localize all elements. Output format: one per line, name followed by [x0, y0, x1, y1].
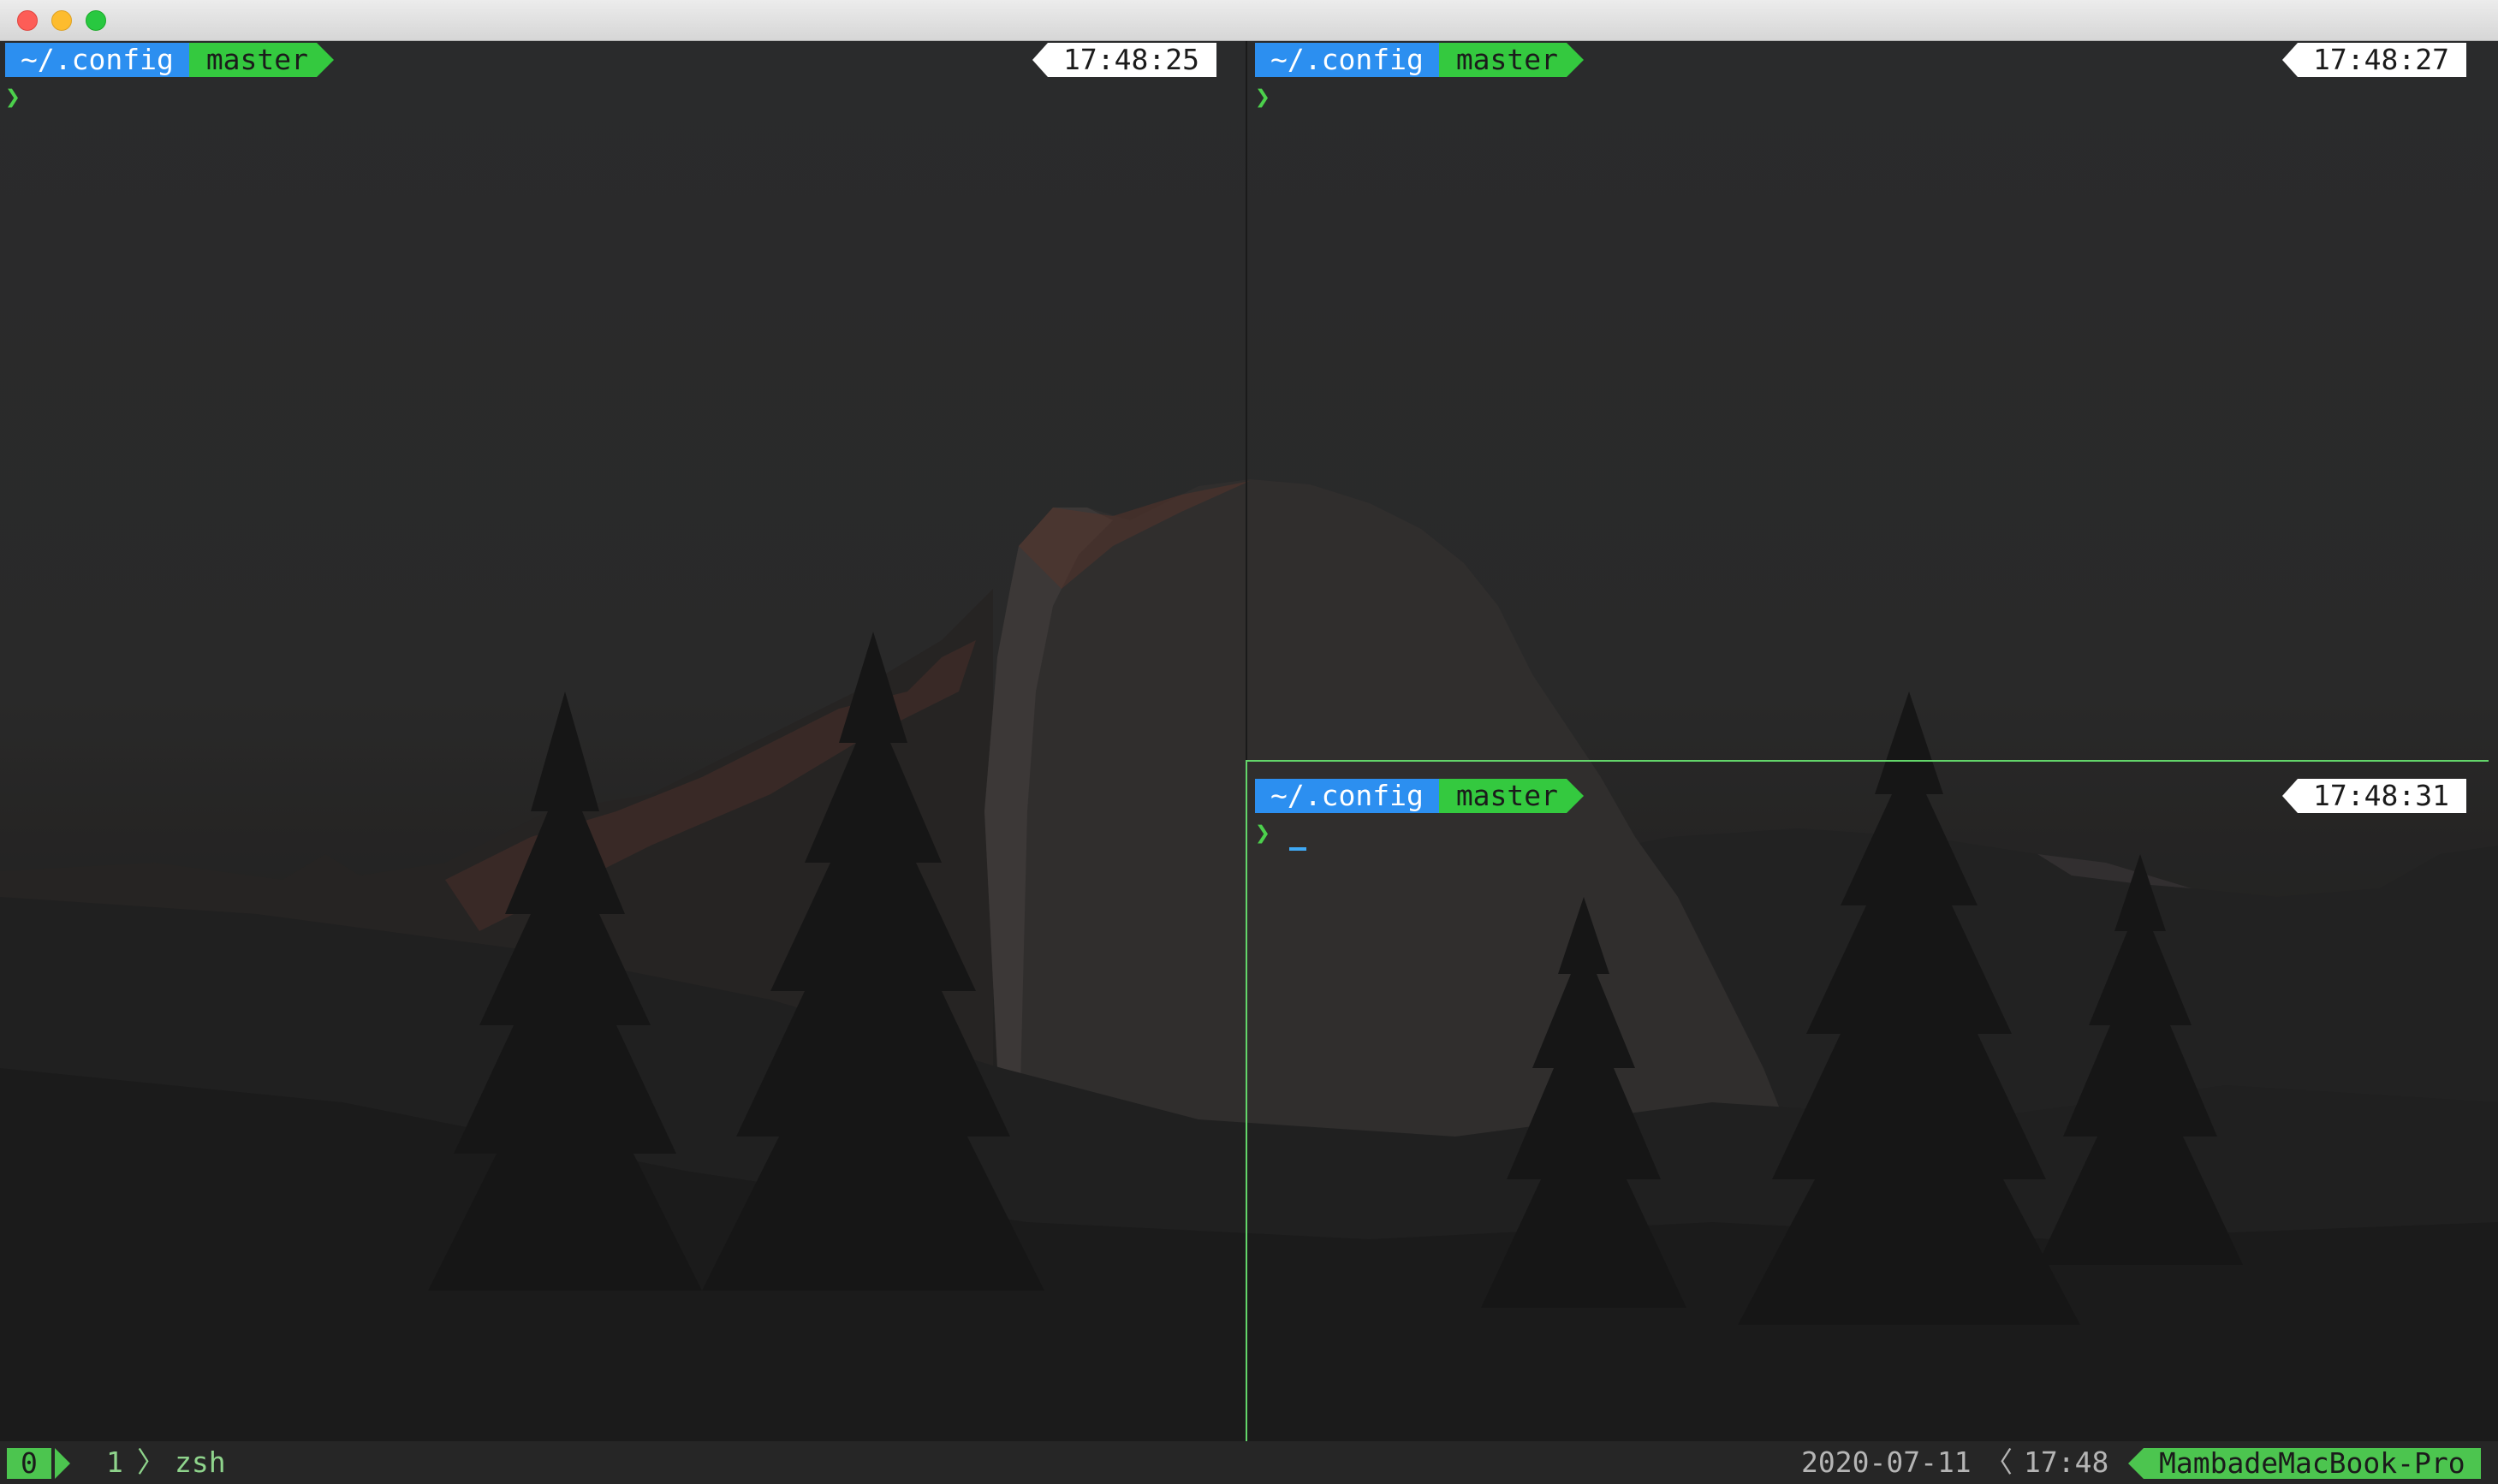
prompt-bottom-right: ~/.config master — [1255, 779, 1585, 813]
window-tab-1-index[interactable]: 1 — [106, 1441, 123, 1484]
status-date: 2020-07-11 — [1801, 1445, 1972, 1479]
prompt-caret-icon: ❯ — [5, 82, 21, 112]
tmux-status-bar: 0 1 〉 zsh 2020-07-11 〈 17:48 MambadeMacB… — [0, 1441, 2498, 1484]
prompt-branch-segment: master — [1438, 779, 1567, 813]
status-hostname: MambadeMacBook-Pro — [2144, 1448, 2481, 1479]
right-prompt-time: 17:48:27 — [2282, 43, 2466, 77]
prompt-branch-arrow-icon — [317, 43, 335, 77]
time-text: 17:48:31 — [2298, 779, 2466, 813]
time-arrow-icon — [2282, 43, 2298, 77]
window-tab-arrow-icon — [55, 1448, 70, 1479]
prompt-branch-segment: master — [1438, 43, 1567, 77]
terminal-area[interactable]: ~/.config master 17:48:25 ❯ ~/.config ma… — [0, 41, 2498, 1441]
chevron-right-icon: 〉 — [137, 1445, 165, 1479]
right-prompt-time: 17:48:25 — [1032, 43, 1216, 77]
terminal-window: ~/.config master 17:48:25 ❯ ~/.config ma… — [0, 0, 2498, 1484]
time-text: 17:48:27 — [2298, 43, 2466, 77]
time-text: 17:48:25 — [1048, 43, 1216, 77]
prompt-caret-icon: ❯ — [1255, 818, 1271, 848]
window-tab-0-active[interactable]: 0 — [7, 1448, 51, 1479]
time-arrow-icon — [1032, 43, 1048, 77]
pane-divider-vertical-active[interactable] — [1246, 760, 1247, 1441]
close-window-button[interactable] — [17, 10, 38, 31]
title-bar — [0, 0, 2498, 41]
prompt-caret-icon: ❯ — [1255, 82, 1271, 112]
prompt-dir-segment: ~/.config — [1255, 43, 1439, 77]
host-arrow-icon — [2128, 1448, 2144, 1479]
prompt-top-right: ~/.config master — [1255, 43, 1585, 77]
text-cursor[interactable] — [1289, 847, 1306, 851]
status-time: 17:48 — [2024, 1445, 2109, 1479]
right-prompt-time: 17:48:31 — [2282, 779, 2466, 813]
prompt-left: ~/.config master — [5, 43, 335, 77]
prompt-branch-segment: master — [188, 43, 318, 77]
pane-divider-vertical[interactable] — [1246, 41, 1247, 760]
chevron-left-icon: 〈 — [1984, 1445, 2013, 1479]
minimize-window-button[interactable] — [51, 10, 72, 31]
window-tab-1-name[interactable]: zsh — [175, 1441, 226, 1484]
prompt-branch-arrow-icon — [1567, 43, 1585, 77]
prompt-dir-segment: ~/.config — [1255, 779, 1439, 813]
pane-divider-horizontal-active[interactable] — [1246, 760, 2489, 762]
time-arrow-icon — [2282, 779, 2298, 813]
maximize-window-button[interactable] — [86, 10, 106, 31]
prompt-branch-arrow-icon — [1567, 779, 1585, 813]
prompt-dir-segment: ~/.config — [5, 43, 189, 77]
wallpaper-image — [0, 41, 2498, 1441]
